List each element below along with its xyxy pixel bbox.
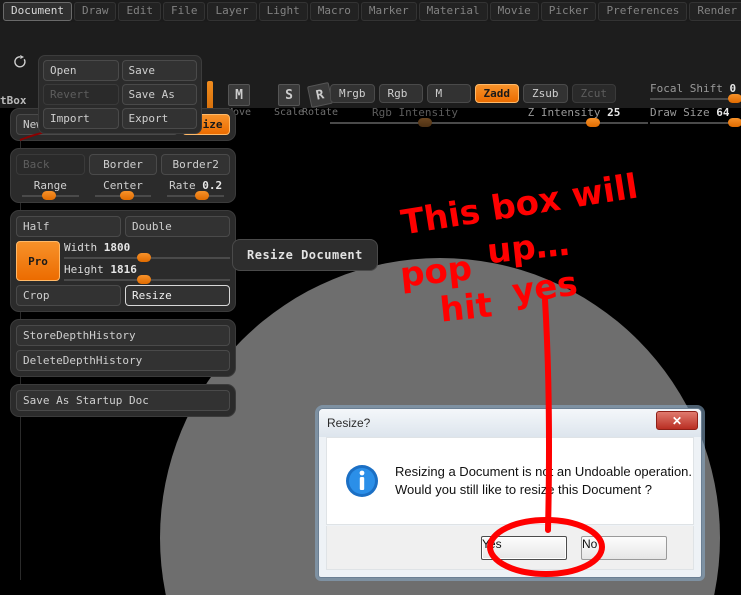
menu-bar: Document Draw Edit File Layer Light Macr… (0, 0, 741, 22)
width-knob[interactable] (137, 253, 152, 262)
dialog-title-bar[interactable]: Resize? ✕ (319, 409, 701, 437)
annotation-line4: hit (438, 285, 495, 331)
rate-knob[interactable] (194, 191, 209, 200)
rate-value: 0.2 (202, 179, 223, 192)
import-button[interactable]: Import (43, 108, 119, 129)
file-button-group: Open Save Revert Save As Import Export (38, 55, 202, 134)
range-knob[interactable] (41, 191, 56, 200)
menu-item-light[interactable]: Light (258, 1, 308, 21)
zadd-button[interactable]: Zadd (474, 84, 519, 103)
revert-button[interactable]: Revert (43, 84, 119, 105)
draw-size-value: 64 (716, 106, 730, 119)
menu-item-document[interactable]: Document (3, 1, 72, 21)
move-icon: M (228, 84, 250, 106)
double-button[interactable]: Double (125, 216, 230, 237)
height-slider[interactable]: Height 1816 (64, 263, 230, 284)
reload-icon[interactable] (12, 54, 28, 70)
resize-confirm-dialog: Resize? ✕ Resizing a Document is not an … (318, 408, 702, 578)
document-palette: New Document WSize Back Border Border2 R… (10, 108, 236, 424)
rgb-intensity-slider[interactable]: Rgb Intensity (330, 106, 500, 127)
dialog-message-line2: Would you still like to resize this Docu… (395, 482, 652, 497)
mrgb-button[interactable]: Mrgb (330, 84, 375, 103)
rate-slider[interactable]: Rate 0.2 (161, 179, 230, 200)
depth-history-group: StoreDepthHistory DeleteDepthHistory (10, 319, 236, 377)
back-button[interactable]: Back (16, 154, 85, 175)
focal-shift-slider[interactable]: Focal Shift 0 (650, 82, 741, 103)
rgb-intensity-label: Rgb Intensity (371, 106, 459, 119)
lightbox-label[interactable]: tBox (0, 94, 27, 107)
half-button[interactable]: Half (16, 216, 121, 237)
dialog-body: Resizing a Document is not an Undoable o… (326, 437, 694, 525)
save-as-startup-doc-button[interactable]: Save As Startup Doc (16, 390, 230, 411)
height-value: 1816 (110, 263, 137, 276)
menu-item-material[interactable]: Material (418, 1, 488, 21)
range-slider[interactable]: Range (16, 179, 85, 200)
menu-item-render[interactable]: Render (689, 1, 741, 21)
menu-item-draw[interactable]: Draw (73, 1, 117, 21)
pro-button[interactable]: Pro (16, 241, 60, 281)
resize-group: Half Double Pro Width 1800 Height 1816 C… (10, 210, 236, 312)
zcut-button[interactable]: Zcut (571, 84, 616, 103)
height-knob[interactable] (137, 275, 152, 284)
menu-item-picker[interactable]: Picker (540, 1, 597, 21)
border-button[interactable]: Border (88, 154, 158, 175)
menu-item-movie[interactable]: Movie (489, 1, 539, 21)
focal-shift-knob[interactable] (728, 94, 741, 103)
z-intensity-knob[interactable] (585, 118, 600, 127)
zbrush-window: Document Draw Edit File Layer Light Macr… (0, 0, 741, 595)
rgb-button[interactable]: Rgb (378, 84, 423, 103)
startup-doc-group: Save As Startup Doc (10, 384, 236, 417)
save-as-button[interactable]: Save As (121, 84, 197, 105)
dialog-footer: Yes No (326, 526, 694, 570)
dialog-title: Resize? (327, 416, 371, 430)
dialog-message: Resizing a Document is not an Undoable o… (395, 463, 692, 499)
focal-shift-label: Focal Shift 0 (650, 82, 737, 95)
crop-button[interactable]: Crop (16, 285, 121, 306)
width-value: 1800 (103, 241, 131, 254)
m-button[interactable]: M (426, 84, 471, 103)
delete-depth-history-button[interactable]: DeleteDepthHistory (16, 350, 230, 371)
menu-item-edit[interactable]: Edit (118, 1, 161, 21)
resize-button[interactable]: Resize (125, 285, 230, 306)
main-toolbar: tBox Open Save Revert Save As Import Exp… (0, 22, 741, 134)
center-slider[interactable]: Center (89, 179, 158, 200)
z-intensity-slider[interactable]: Z Intensity 25 (500, 106, 648, 127)
draw-size-label: Draw Size 64 (650, 106, 730, 119)
draw-size-knob[interactable] (728, 118, 741, 127)
border2-button[interactable]: Border2 (161, 154, 230, 175)
z-intensity-label: Z Intensity 25 (527, 106, 621, 119)
dialog-message-line1: Resizing a Document is not an Undoable o… (395, 464, 693, 479)
center-knob[interactable] (120, 191, 135, 200)
menu-item-marker[interactable]: Marker (360, 1, 417, 21)
close-icon[interactable]: ✕ (656, 411, 698, 430)
menu-item-macro[interactable]: Macro (309, 1, 359, 21)
draw-size-slider[interactable]: Draw Size 64 (650, 106, 741, 127)
z-intensity-value: 25 (607, 106, 621, 119)
menu-item-file[interactable]: File (162, 1, 206, 21)
menu-item-layer[interactable]: Layer (207, 1, 257, 21)
export-button[interactable]: Export (121, 108, 197, 129)
menu-item-preferences[interactable]: Preferences (598, 1, 688, 21)
store-depth-history-button[interactable]: StoreDepthHistory (16, 325, 230, 346)
border-group: Back Border Border2 Range Center Rate 0.… (10, 148, 236, 203)
width-slider[interactable]: Width 1800 (64, 241, 230, 262)
save-button[interactable]: Save (121, 60, 197, 81)
yes-button[interactable]: Yes (481, 535, 567, 560)
rgb-intensity-knob[interactable] (418, 118, 433, 127)
rate-label: Rate 0.2 (169, 179, 223, 192)
open-button[interactable]: Open (43, 60, 119, 81)
info-icon (346, 465, 378, 497)
zsub-button[interactable]: Zsub (523, 84, 568, 103)
resize-document-tooltip: Resize Document (232, 239, 378, 271)
no-button[interactable]: No (581, 535, 667, 560)
draw-mode-row: Mrgb Rgb M Zadd Zsub Zcut (330, 84, 616, 103)
